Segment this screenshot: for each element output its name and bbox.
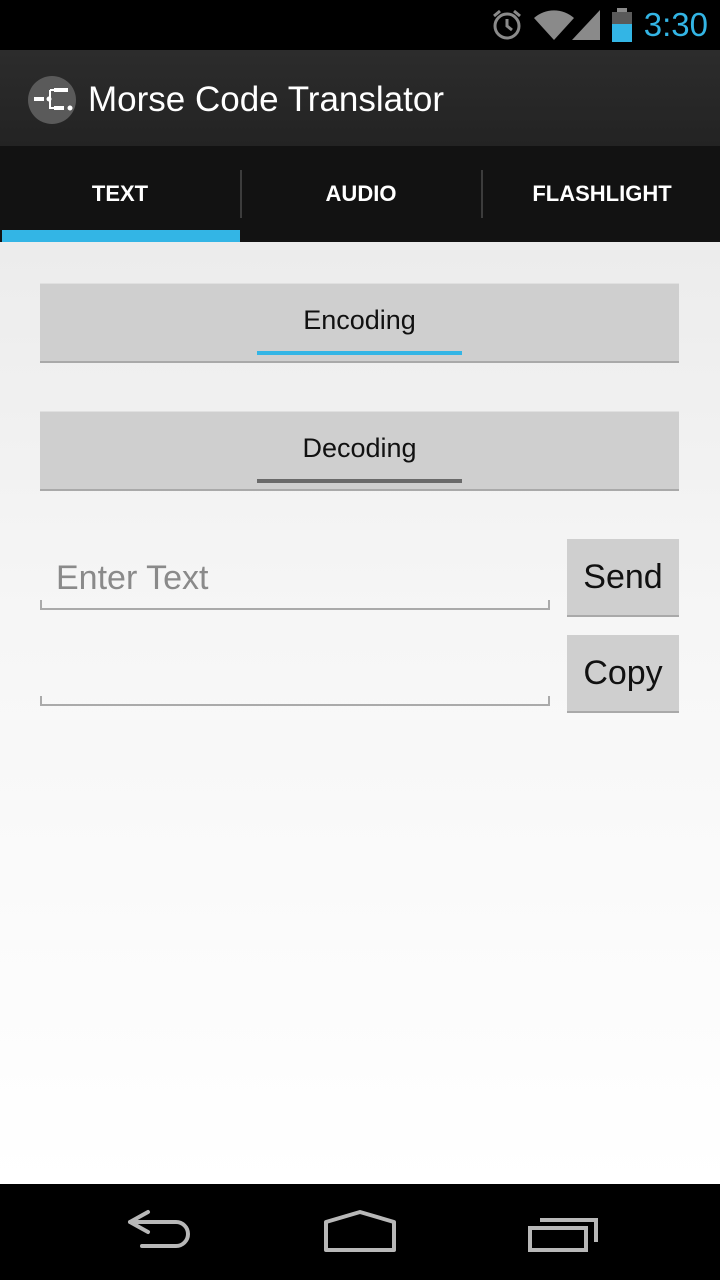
- text-input[interactable]: [56, 554, 536, 602]
- status-bar: 3:30: [0, 0, 720, 50]
- decoding-indicator: [257, 479, 462, 483]
- app-title: Morse Code Translator: [88, 80, 444, 119]
- encoding-button[interactable]: Encoding: [40, 283, 679, 363]
- output-field: [40, 650, 550, 706]
- selected-tab-indicator: [2, 230, 240, 242]
- navigation-bar: [0, 1184, 720, 1280]
- text-input-field: [40, 554, 550, 610]
- battery-icon: [612, 8, 632, 42]
- content-area: Encoding Decoding Send Copy: [0, 242, 720, 1184]
- alarm-icon: [493, 9, 521, 40]
- output-text[interactable]: [56, 650, 536, 698]
- encoding-label: Encoding: [303, 305, 416, 335]
- morse-app-icon: [28, 76, 76, 124]
- tab-audio[interactable]: AUDIO: [241, 146, 481, 242]
- copy-button[interactable]: Copy: [567, 635, 679, 713]
- signal-icon: [572, 10, 600, 40]
- decoding-button[interactable]: Decoding: [40, 411, 679, 491]
- status-time: 3:30: [643, 6, 708, 43]
- tab-bar: TEXT AUDIO FLASHLIGHT: [0, 146, 720, 242]
- send-button[interactable]: Send: [567, 539, 679, 617]
- decoding-label: Decoding: [302, 433, 417, 463]
- tab-flashlight[interactable]: FLASHLIGHT: [482, 146, 720, 242]
- recents-icon[interactable]: [526, 1208, 600, 1256]
- back-icon[interactable]: [124, 1208, 196, 1256]
- wifi-icon: [534, 10, 574, 40]
- tab-text[interactable]: TEXT: [0, 146, 240, 242]
- encoding-active-indicator: [257, 351, 462, 355]
- home-icon[interactable]: [322, 1208, 398, 1256]
